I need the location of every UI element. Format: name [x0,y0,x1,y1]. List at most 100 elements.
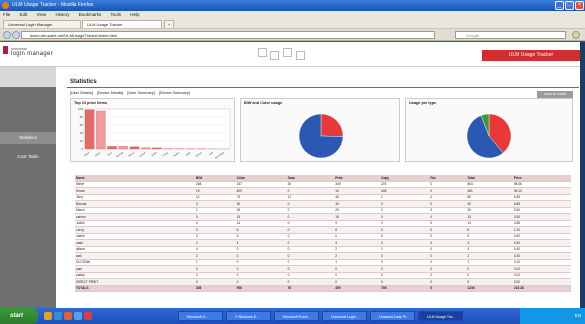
brand-line2: login manager [11,51,53,57]
home-icon[interactable] [572,31,580,39]
site-header: universal login manager ULM Usage Tracke… [0,42,585,67]
chart-title: Usage per type [409,101,437,105]
back-icon[interactable] [3,31,11,39]
x-tick-label: wall [209,151,214,156]
system-tray: EN [520,308,585,324]
link-device-summary[interactable]: [Device Summary] [159,91,190,95]
taskbar-button[interactable]: Universal Login... [322,311,367,321]
quicklaunch-icon[interactable] [74,312,82,320]
sidebar-item-cost-table[interactable]: Cost Table [0,151,56,163]
language-indicator[interactable]: EN [575,313,581,318]
page-title: Statistics [70,79,97,85]
firefox-icon [2,2,9,9]
plot-area [83,108,231,150]
link-user-summary[interactable]: [User Summary] [127,91,154,95]
save-to-excel-button[interactable]: save to excel [537,91,573,98]
bar [141,147,151,150]
taskbar-button[interactable]: 3 Windows E... [226,311,271,321]
totals-cell: 906 [235,285,287,292]
search-input[interactable]: Google [455,31,566,39]
chart-panel-usage-type: Usage per type [405,98,573,162]
bar-chart: 0 20 40 60 80 100 Steve Simon Jerry Brenda Marco ca… [78,107,231,160]
bar [96,110,106,150]
report-links: [User Details] [Device Details] [User Su… [70,91,193,95]
sidebar: Statistics Cost Table [0,67,56,308]
totals-cell: 708 [380,285,430,292]
taskbar-button[interactable]: Microsoft O... [178,311,223,321]
chart-title: B/W and Color usage [244,101,283,105]
forward-icon[interactable] [12,31,20,39]
bar [129,146,140,150]
menu-tools[interactable]: Tools [110,12,121,17]
x-tick-label: mark [185,151,192,157]
tab-universal-login[interactable]: Universal Login Manager [3,20,81,28]
tab-label: ULM Usage Tracker [87,22,123,27]
menu-file[interactable]: File [3,12,10,17]
x-tick-label: Brenda [116,151,125,158]
y-tick-label: 60 [80,123,84,127]
main-content: Statistics [User Details] [Device Detail… [67,79,579,308]
usage-table: Name B/W Color Scan Print Copy Fax Total Price S… [75,175,571,292]
x-tick-label: Judith [151,151,158,158]
bar [152,147,162,150]
totals-cell: 308 [195,285,236,292]
x-tick-label: Steve [83,151,90,157]
maximize-button[interactable]: □ [565,1,574,10]
y-tick-label: 0 [81,147,83,151]
taskbar: start Microsoft O... 3 Windows E... Micr… [0,308,585,324]
totals-cell: 76 [286,285,335,292]
app-title-banner: ULM Usage Tracker [482,50,580,61]
pie-chart-bw-color [298,113,344,159]
link-user-details[interactable]: [User Details] [70,91,93,95]
menu-help[interactable]: Help [130,12,139,17]
totals-cell: 499 [334,285,381,292]
tab-ulm-usage-tracker[interactable]: ULM Usage Tracker [82,20,162,28]
menu-bookmarks[interactable]: Bookmarks [79,12,102,17]
y-tick-label: 100 [78,107,83,111]
ulm-logo-icon [3,46,8,54]
quicklaunch-icon[interactable] [64,312,72,320]
tab-strip: Universal Login Manager ULM Usage Tracke… [0,19,585,29]
minimize-button[interactable]: _ [555,1,564,10]
totals-cell: 215.28 [512,285,571,292]
chart-title: Top 10 price Items [74,101,108,105]
start-button[interactable]: start [0,308,38,324]
url-text: www.ulm-sales.net/ULMUsageTracker/index.… [30,33,118,38]
x-tick-label: Marco [128,151,136,158]
quicklaunch-icon[interactable] [54,312,62,320]
window-titlebar: ULM Usage Tracker - Mozilla Firefox _ □ … [0,0,585,11]
totals-cell: 1236 [466,285,513,292]
quicklaunch-icon[interactable] [44,312,52,320]
totals-row: TOTALS 308 906 76 499 708 0 1236 215.28 [75,285,571,292]
quicklaunch-icon[interactable] [84,312,92,320]
x-tick-label: Simon [94,151,102,158]
desktop-background [580,42,585,308]
decorative-square-icon [283,48,292,57]
menu-history[interactable]: History [56,12,70,17]
taskbar-button-active[interactable]: ULM Usage Tra... [418,311,463,321]
bar [118,146,129,150]
new-tab-button[interactable]: + [164,20,174,28]
tab-label: Universal Login Manager [8,22,53,27]
link-device-details[interactable]: [Device Details] [97,91,123,95]
decorative-square-icon [270,51,279,60]
sidebar-item-statistics[interactable]: Statistics [0,132,56,144]
url-input[interactable]: www.ulm-sales.net/ULMUsageTracker/index.… [21,31,435,39]
search-placeholder: Google [466,33,479,38]
window-title: ULM Usage Tracker - Mozilla Firefox [12,2,94,8]
decorative-square-icon [258,48,267,57]
menu-view[interactable]: View [37,12,47,17]
x-tick-label: OLOGNet [215,151,226,160]
taskbar-button[interactable]: Unsaved Data Pr... [370,311,415,321]
totals-cell: 0 [429,285,467,292]
menu-edit[interactable]: Edit [20,12,28,17]
totals-cell: TOTALS [75,285,195,292]
chart-panel-bw-color: B/W and Color usage [240,98,400,162]
taskbar-button[interactable]: Microsoft Excel... [274,311,319,321]
y-tick-label: 80 [80,115,84,119]
x-tick-label: carson [139,151,147,158]
y-tick-label: 40 [80,131,84,135]
menu-bar: File Edit View History Bookmarks Tools H… [0,11,585,19]
close-button[interactable]: × [575,1,584,10]
web-page: universal login manager ULM Usage Tracke… [0,42,585,308]
